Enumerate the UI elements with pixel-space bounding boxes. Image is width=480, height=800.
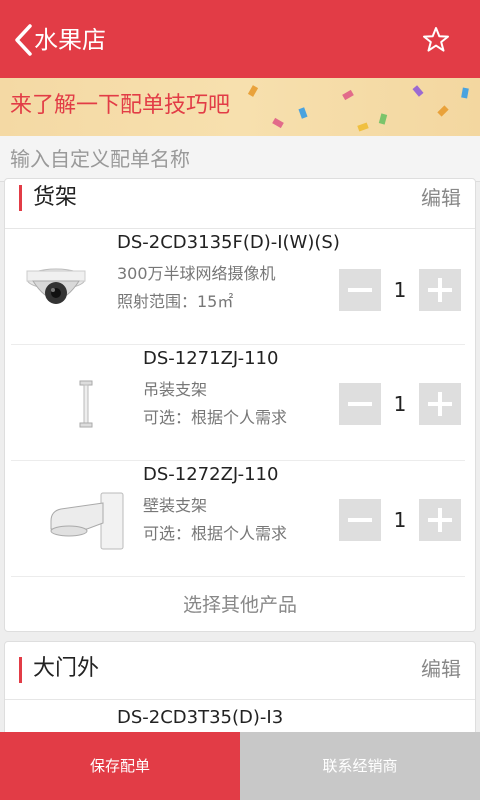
plus-button[interactable]: [419, 383, 461, 425]
ceiling-mount-image: [79, 380, 93, 428]
minus-button[interactable]: [339, 499, 381, 541]
confetti-decoration: [298, 107, 308, 119]
tips-banner[interactable]: 来了解一下配单技巧吧: [0, 78, 480, 136]
confetti-decoration: [412, 85, 424, 97]
product-item[interactable]: DS-2CD3135F(D)-I(W)(S) 300万半球网络摄像机 照射范围：…: [5, 229, 475, 345]
product-description: 壁装支架: [143, 496, 208, 515]
plus-button[interactable]: [419, 269, 461, 311]
select-other-products-button[interactable]: 选择其他产品: [5, 579, 475, 631]
quantity-stepper: 1: [339, 499, 461, 541]
quantity-value: 1: [393, 508, 407, 532]
dome-camera-image: [26, 268, 86, 304]
product-description: 300万半球网络摄像机: [117, 264, 276, 283]
confetti-decoration: [437, 105, 449, 117]
section-name: 大门外: [33, 656, 100, 681]
section-accent-bar: [19, 185, 22, 211]
bottom-action-bar: 保存配单 联系经销商: [0, 732, 480, 800]
chevron-left-icon[interactable]: [12, 22, 34, 58]
quantity-value: 1: [393, 392, 407, 416]
confetti-decoration: [357, 122, 369, 132]
app-header: 水果店: [0, 0, 480, 78]
section-name: 货架: [33, 185, 78, 210]
divider: [11, 576, 465, 577]
product-model: DS-1272ZJ-110: [143, 464, 279, 485]
banner-text: 来了解一下配单技巧吧: [10, 93, 231, 118]
wall-mount-image: [50, 492, 124, 550]
product-item[interactable]: DS-1272ZJ-110 壁装支架 可选：根据个人需求 1: [5, 461, 475, 577]
section-card: 货架 编辑 DS-2CD3135F(D)-I(W)(S) 300万半球网络摄像机…: [4, 178, 476, 632]
minus-button[interactable]: [339, 269, 381, 311]
order-name-input[interactable]: [0, 136, 480, 182]
edit-button[interactable]: 编辑: [421, 182, 461, 214]
save-order-button[interactable]: 保存配单: [0, 732, 240, 800]
product-note: 可选：根据个人需求: [143, 408, 288, 427]
section-accent-bar: [19, 657, 22, 683]
confetti-decoration: [247, 85, 259, 97]
product-note: 可选：根据个人需求: [143, 524, 288, 543]
star-outline-icon[interactable]: [422, 26, 450, 54]
contact-dealer-button[interactable]: 联系经销商: [240, 732, 480, 800]
confetti-decoration: [461, 87, 469, 99]
product-model: DS-2CD3135F(D)-I(W)(S): [117, 232, 340, 253]
plus-button[interactable]: [419, 499, 461, 541]
product-note: 照射范围：15㎡: [117, 292, 234, 311]
quantity-stepper: 1: [339, 269, 461, 311]
edit-button[interactable]: 编辑: [421, 653, 461, 685]
quantity-stepper: 1: [339, 383, 461, 425]
product-item[interactable]: DS-1271ZJ-110 吊装支架 可选：根据个人需求 1: [5, 345, 475, 461]
confetti-decoration: [272, 117, 284, 129]
product-model: DS-2CD3T35(D)-I3: [117, 707, 284, 728]
section-header: 货架 编辑: [5, 179, 475, 229]
product-description: 吊装支架: [143, 380, 208, 399]
minus-button[interactable]: [339, 383, 381, 425]
page-title: 水果店: [34, 26, 106, 54]
confetti-decoration: [342, 89, 354, 101]
quantity-value: 1: [393, 278, 407, 302]
confetti-decoration: [378, 113, 388, 125]
product-model: DS-1271ZJ-110: [143, 348, 279, 369]
section-header: 大门外 编辑: [5, 642, 475, 700]
